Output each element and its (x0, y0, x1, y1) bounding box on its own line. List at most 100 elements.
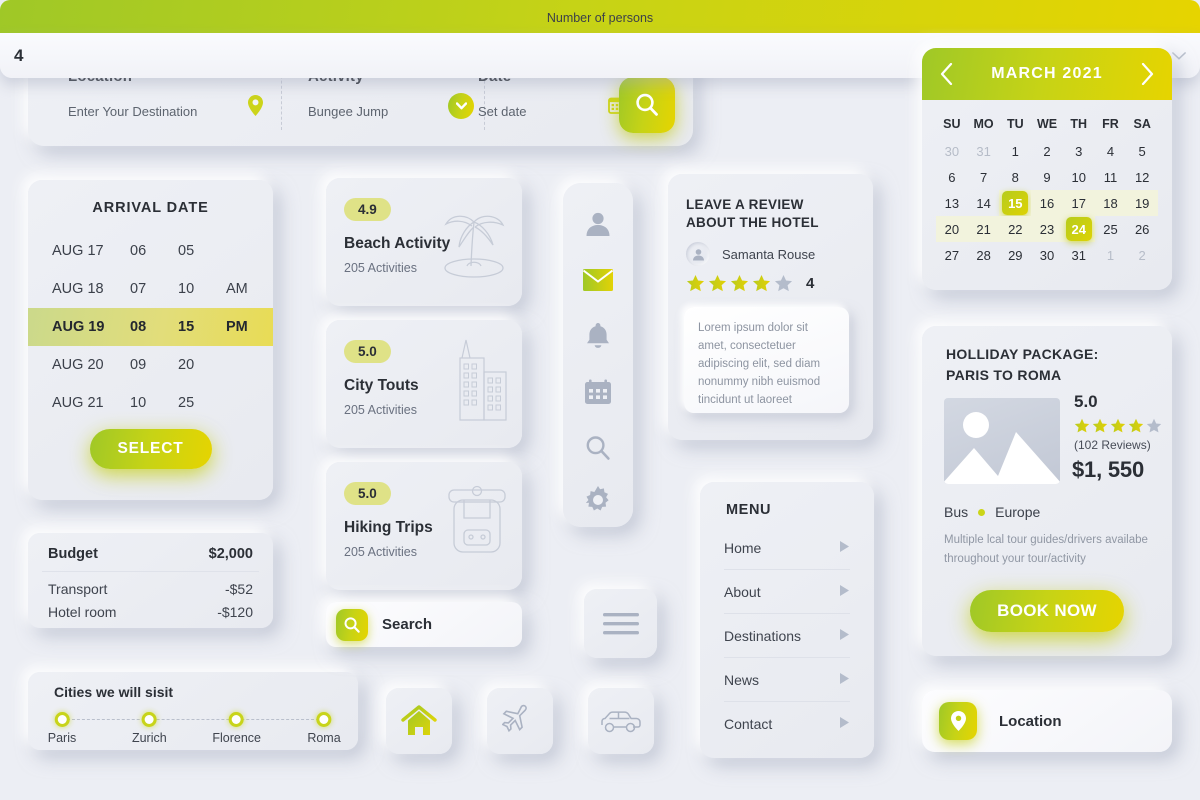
map-pin-icon[interactable] (242, 92, 268, 118)
city-dot-icon (316, 712, 332, 727)
star-icon[interactable] (730, 274, 749, 293)
calendar-day[interactable]: 19 (1126, 190, 1159, 216)
calendar-day[interactable]: 9 (1031, 164, 1063, 190)
arrival-hour: 09 (130, 357, 147, 373)
calendar-day[interactable]: 25 (1095, 216, 1127, 242)
search-field-date-value: Set date (478, 104, 527, 119)
activity-card[interactable]: 4.9 Beach Activity 205 Activities (326, 178, 522, 306)
calendar-day[interactable]: 7 (968, 164, 1000, 190)
review-star-list[interactable] (686, 274, 793, 293)
calendar-day[interactable]: 26 (1126, 216, 1158, 242)
search-submit-button[interactable] (619, 77, 675, 133)
menu-item-destinations[interactable]: Destinations (724, 614, 850, 658)
calendar-day[interactable]: 30 (1031, 242, 1063, 268)
home-tile-button[interactable] (386, 688, 452, 754)
chevron-left-icon[interactable] (940, 63, 953, 85)
activity-card[interactable]: 5.0 City Touts 205 Activities (326, 320, 522, 448)
menu-item-contact[interactable]: Contact (724, 702, 850, 746)
chevron-right-icon[interactable] (1141, 63, 1154, 85)
calendar-day[interactable]: 13 (936, 190, 968, 216)
tag-separator-dot (978, 508, 986, 516)
calendar-day[interactable]: 27 (936, 242, 968, 268)
calendar-icon[interactable] (581, 375, 615, 409)
mail-icon[interactable] (581, 263, 615, 297)
calendar-day[interactable]: 31 (968, 138, 1000, 164)
map-pin-icon[interactable] (939, 702, 977, 740)
holiday-package-card: HOLLIDAY PACKAGE: PARIS TO ROMA 5.0 (102… (922, 326, 1172, 656)
calendar-day-selected[interactable]: 24 (1062, 216, 1095, 242)
package-title-line-1: HOLLIDAY PACKAGE: (946, 346, 1099, 362)
arrival-row[interactable]: AUG 21 10 25 (52, 384, 273, 422)
select-button[interactable]: SELECT (89, 429, 212, 469)
calendar-day[interactable]: 1 (1095, 242, 1127, 268)
budget-line-label: Transport (48, 581, 108, 597)
calendar-day[interactable]: 22 (999, 216, 1032, 242)
calendar-day[interactable]: 1 (999, 138, 1031, 164)
search-bar[interactable]: Search (326, 602, 522, 647)
bell-icon[interactable] (581, 319, 615, 353)
arrival-row[interactable]: AUG 20 09 20 (52, 346, 273, 384)
car-tile-button[interactable] (588, 688, 654, 754)
arrival-row-selected[interactable]: AUG 19 08 15 PM (28, 308, 273, 346)
cities-connector-line (62, 719, 324, 720)
calendar-day[interactable]: 12 (1126, 164, 1158, 190)
calendar-day[interactable]: 29 (999, 242, 1031, 268)
star-icon[interactable] (774, 274, 793, 293)
menu-item-news[interactable]: News (724, 658, 850, 702)
search-icon[interactable] (581, 431, 615, 465)
calendar-day[interactable]: 30 (936, 138, 968, 164)
airplane-icon (502, 704, 527, 733)
search-icon[interactable] (336, 608, 368, 641)
activity-card[interactable]: 5.0 Hiking Trips 205 Activities (326, 462, 522, 590)
calendar-day[interactable]: 4 (1095, 138, 1127, 164)
city-node[interactable]: Roma (307, 712, 341, 745)
calendar-day[interactable]: 5 (1126, 138, 1158, 164)
calendar-widget: MARCH 2021 SU MO TU WE TH FR SA 30 31 1 2 3 4 5 6 7 8 9 1… (922, 48, 1172, 290)
calendar-day[interactable]: 8 (999, 164, 1031, 190)
gear-icon[interactable] (581, 483, 615, 517)
menu-item-about[interactable]: About (724, 570, 850, 614)
review-star-rating[interactable]: 4 (686, 274, 814, 293)
calendar-day-selected[interactable]: 15 (999, 190, 1032, 216)
star-icon[interactable] (686, 274, 705, 293)
calendar-day[interactable]: 21 (967, 216, 1000, 242)
user-icon[interactable] (581, 207, 615, 241)
arrival-row[interactable]: AUG 18 07 10 AM (52, 270, 273, 308)
arrival-date: AUG 17 (52, 243, 104, 259)
calendar-day[interactable]: 23 (1031, 216, 1063, 242)
review-text-input[interactable]: Lorem ipsum dolor sit amet, consectetuer… (684, 307, 849, 413)
city-node[interactable]: Florence (212, 712, 261, 745)
calendar-day[interactable]: 28 (968, 242, 1000, 268)
arrival-hour: 07 (130, 281, 147, 297)
star-icon[interactable] (708, 274, 727, 293)
calendar-day[interactable]: 11 (1095, 164, 1127, 190)
calendar-day[interactable]: 3 (1063, 138, 1095, 164)
calendar-day[interactable]: 16 (1031, 190, 1063, 216)
calendar-day[interactable]: 14 (968, 190, 1000, 216)
airplane-tile-button[interactable] (487, 688, 553, 754)
hamburger-menu-button[interactable] (584, 589, 657, 658)
arrival-hour: 10 (130, 395, 147, 411)
calendar-day[interactable]: 2 (1031, 138, 1063, 164)
book-now-button[interactable]: BOOK NOW (970, 590, 1124, 632)
activity-rating-badge: 4.9 (344, 198, 391, 221)
star-icon[interactable] (752, 274, 771, 293)
calendar-day[interactable]: 17 (1062, 190, 1095, 216)
reviewer-name: Samanta Rouse (722, 246, 816, 262)
calendar-day[interactable]: 10 (1063, 164, 1095, 190)
chevron-down-circle-icon[interactable] (448, 93, 474, 119)
city-node[interactable]: Paris (48, 712, 76, 745)
menu-item-home[interactable]: Home (724, 526, 850, 570)
home-icon (401, 705, 437, 735)
city-node[interactable]: Zurich (132, 712, 167, 745)
calendar-day[interactable]: 2 (1126, 242, 1158, 268)
calendar-weekday: FR (1102, 117, 1119, 131)
calendar-day[interactable]: 31 (1063, 242, 1095, 268)
calendar-day[interactable]: 6 (936, 164, 968, 190)
calendar-day[interactable]: 18 (1094, 190, 1127, 216)
chevron-down-icon[interactable] (1172, 51, 1186, 60)
calendar-week-row: 6 7 8 9 10 11 12 (936, 164, 1158, 190)
arrival-row[interactable]: AUG 17 06 05 (52, 232, 273, 270)
calendar-day[interactable]: 20 (936, 216, 968, 242)
location-widget[interactable]: Location (922, 690, 1172, 752)
